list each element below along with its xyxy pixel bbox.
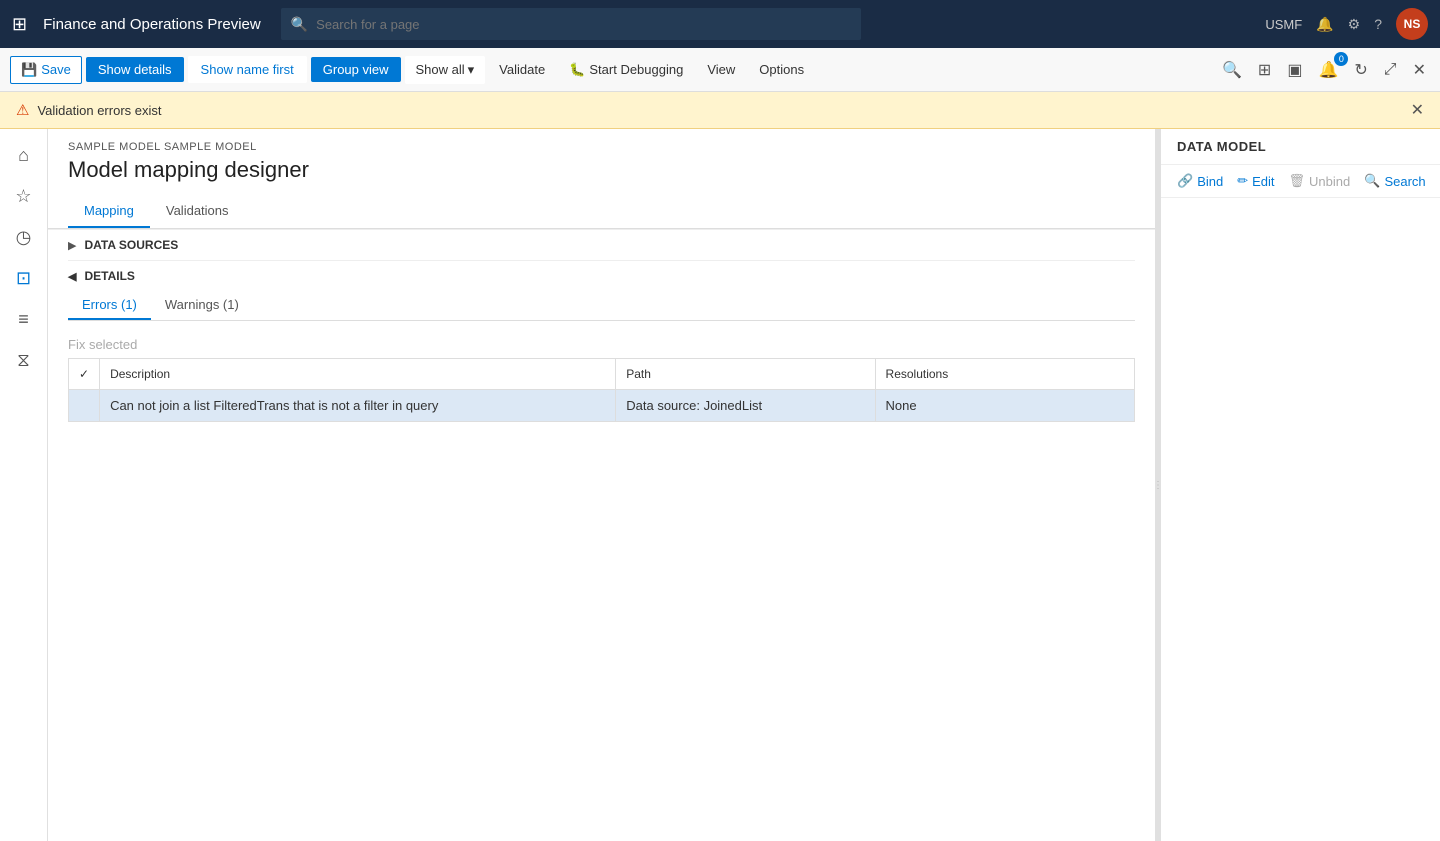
- top-navigation: ⊞ Finance and Operations Preview 🔍 USMF …: [0, 0, 1440, 48]
- toolbar-popout-icon[interactable]: ⤢: [1380, 57, 1401, 83]
- alert-message: Validation errors exist: [37, 103, 161, 118]
- alert-banner: ⚠ Validation errors exist ✕: [0, 92, 1440, 129]
- col-header-description: Description: [100, 359, 616, 390]
- sidebar-icon-filter[interactable]: ⧖: [11, 344, 36, 377]
- bind-icon: 🔗: [1177, 173, 1193, 189]
- start-debugging-button[interactable]: 🐛 Start Debugging: [559, 57, 693, 83]
- sidebar-icon-modules[interactable]: ≡: [12, 303, 35, 336]
- tab-mapping[interactable]: Mapping: [68, 195, 150, 228]
- data-sources-row[interactable]: ▶ DATA SOURCES: [48, 229, 1155, 260]
- search-icon-right: 🔍: [1364, 173, 1380, 189]
- toolbar: 💾 Save Show details Show name first Grou…: [0, 48, 1440, 92]
- detail-tabs: Errors (1) Warnings (1): [68, 291, 1135, 321]
- collapse-icon: ◀: [68, 270, 76, 283]
- tab-validations[interactable]: Validations: [150, 195, 245, 228]
- notification-icon[interactable]: 🔔: [1316, 16, 1333, 33]
- toolbar-close-icon[interactable]: ✕: [1409, 56, 1430, 84]
- sidebar-icon-recent[interactable]: ◷: [10, 221, 38, 254]
- col-header-check: ✓: [69, 359, 100, 390]
- show-name-first-button[interactable]: Show name first: [188, 56, 307, 83]
- detail-tab-errors[interactable]: Errors (1): [68, 291, 151, 320]
- toolbar-right: 🔍 ⊞ ▣ 🔔 0 ↻ ⤢ ✕: [1218, 56, 1430, 84]
- right-panel-toolbar: 🔗 Bind ✏ Edit 🗑 Unbind 🔍 Search: [1161, 165, 1440, 198]
- row-check[interactable]: [69, 390, 100, 422]
- details-label: DETAILS: [84, 269, 134, 283]
- global-search-bar: 🔍: [281, 8, 861, 40]
- bind-button[interactable]: 🔗 Bind: [1177, 173, 1223, 189]
- show-all-button[interactable]: Show all ▾: [405, 56, 486, 84]
- left-sidebar: ⌂ ☆ ◷ ⊡ ≡ ⧖: [0, 129, 48, 841]
- chevron-down-icon: ▾: [468, 62, 475, 78]
- main-panel: SAMPLE MODEL SAMPLE MODEL Model mapping …: [48, 129, 1156, 841]
- details-header[interactable]: ◀ DETAILS: [68, 260, 1135, 291]
- edit-icon: ✏: [1237, 173, 1248, 189]
- save-icon: 💾: [21, 62, 37, 78]
- app-title: Finance and Operations Preview: [43, 16, 261, 33]
- alert-close-icon[interactable]: ✕: [1411, 100, 1424, 120]
- top-nav-right: USMF 🔔 ⚙ ? NS: [1265, 8, 1428, 40]
- toolbar-panel-icon[interactable]: ▣: [1283, 56, 1306, 84]
- save-button[interactable]: 💾 Save: [10, 56, 82, 84]
- group-view-button[interactable]: Group view: [311, 57, 401, 82]
- detail-tab-warnings[interactable]: Warnings (1): [151, 291, 253, 320]
- col-header-resolutions: Resolutions: [875, 359, 1134, 390]
- breadcrumb: SAMPLE MODEL SAMPLE MODEL: [68, 141, 1135, 153]
- expand-right-icon: ▶: [68, 239, 76, 252]
- notification-count: 0: [1334, 52, 1348, 66]
- sidebar-icon-favorites[interactable]: ☆: [9, 180, 37, 213]
- user-company-label: USMF: [1265, 17, 1302, 32]
- main-layout: ⌂ ☆ ◷ ⊡ ≡ ⧖ SAMPLE MODEL SAMPLE MODEL Mo…: [0, 129, 1440, 841]
- notification-badge-container: 🔔 0: [1314, 56, 1342, 84]
- right-panel-title: DATA MODEL: [1161, 129, 1440, 165]
- page-title: Model mapping designer: [68, 157, 1135, 183]
- col-header-path: Path: [616, 359, 875, 390]
- show-details-button[interactable]: Show details: [86, 57, 184, 82]
- row-path: Data source: JoinedList: [616, 390, 875, 422]
- search-button[interactable]: 🔍 Search: [1364, 173, 1425, 189]
- fix-selected-label: Fix selected: [68, 331, 1135, 358]
- options-button[interactable]: Options: [749, 57, 814, 82]
- data-sources-label: DATA SOURCES: [84, 238, 178, 252]
- toolbar-search-icon[interactable]: 🔍: [1218, 56, 1246, 84]
- main-panel-header: SAMPLE MODEL SAMPLE MODEL Model mapping …: [48, 129, 1155, 183]
- unbind-button: 🗑 Unbind: [1289, 173, 1351, 189]
- warning-icon: ⚠: [16, 101, 29, 119]
- sidebar-icon-workspaces[interactable]: ⊡: [10, 262, 37, 295]
- toolbar-refresh-icon[interactable]: ↻: [1350, 56, 1371, 84]
- sidebar-icon-home[interactable]: ⌂: [12, 139, 35, 172]
- user-avatar[interactable]: NS: [1396, 8, 1428, 40]
- row-resolutions: None: [875, 390, 1134, 422]
- toolbar-grid-icon[interactable]: ⊞: [1254, 56, 1275, 84]
- settings-icon[interactable]: ⚙: [1348, 16, 1361, 33]
- content-area: SAMPLE MODEL SAMPLE MODEL Model mapping …: [48, 129, 1440, 841]
- right-panel: DATA MODEL 🔗 Bind ✏ Edit 🗑 Unbind 🔍 Sear…: [1160, 129, 1440, 841]
- errors-table: ✓ Description Path Resolutions Can not j…: [68, 358, 1135, 422]
- edit-button[interactable]: ✏ Edit: [1237, 173, 1274, 189]
- global-search-input[interactable]: [316, 17, 851, 32]
- table-row[interactable]: Can not join a list FilteredTrans that i…: [69, 390, 1135, 422]
- debug-icon: 🐛: [569, 62, 585, 78]
- help-icon[interactable]: ?: [1374, 16, 1382, 32]
- view-button[interactable]: View: [697, 57, 745, 82]
- mapping-tabs: Mapping Validations: [48, 195, 1155, 229]
- search-icon: 🔍: [291, 16, 308, 33]
- app-grid-icon[interactable]: ⊞: [12, 14, 27, 35]
- details-section: ◀ DETAILS Errors (1) Warnings (1) Fix se…: [48, 260, 1155, 422]
- row-description: Can not join a list FilteredTrans that i…: [100, 390, 616, 422]
- unbind-icon: 🗑: [1289, 173, 1306, 189]
- validate-button[interactable]: Validate: [489, 57, 555, 82]
